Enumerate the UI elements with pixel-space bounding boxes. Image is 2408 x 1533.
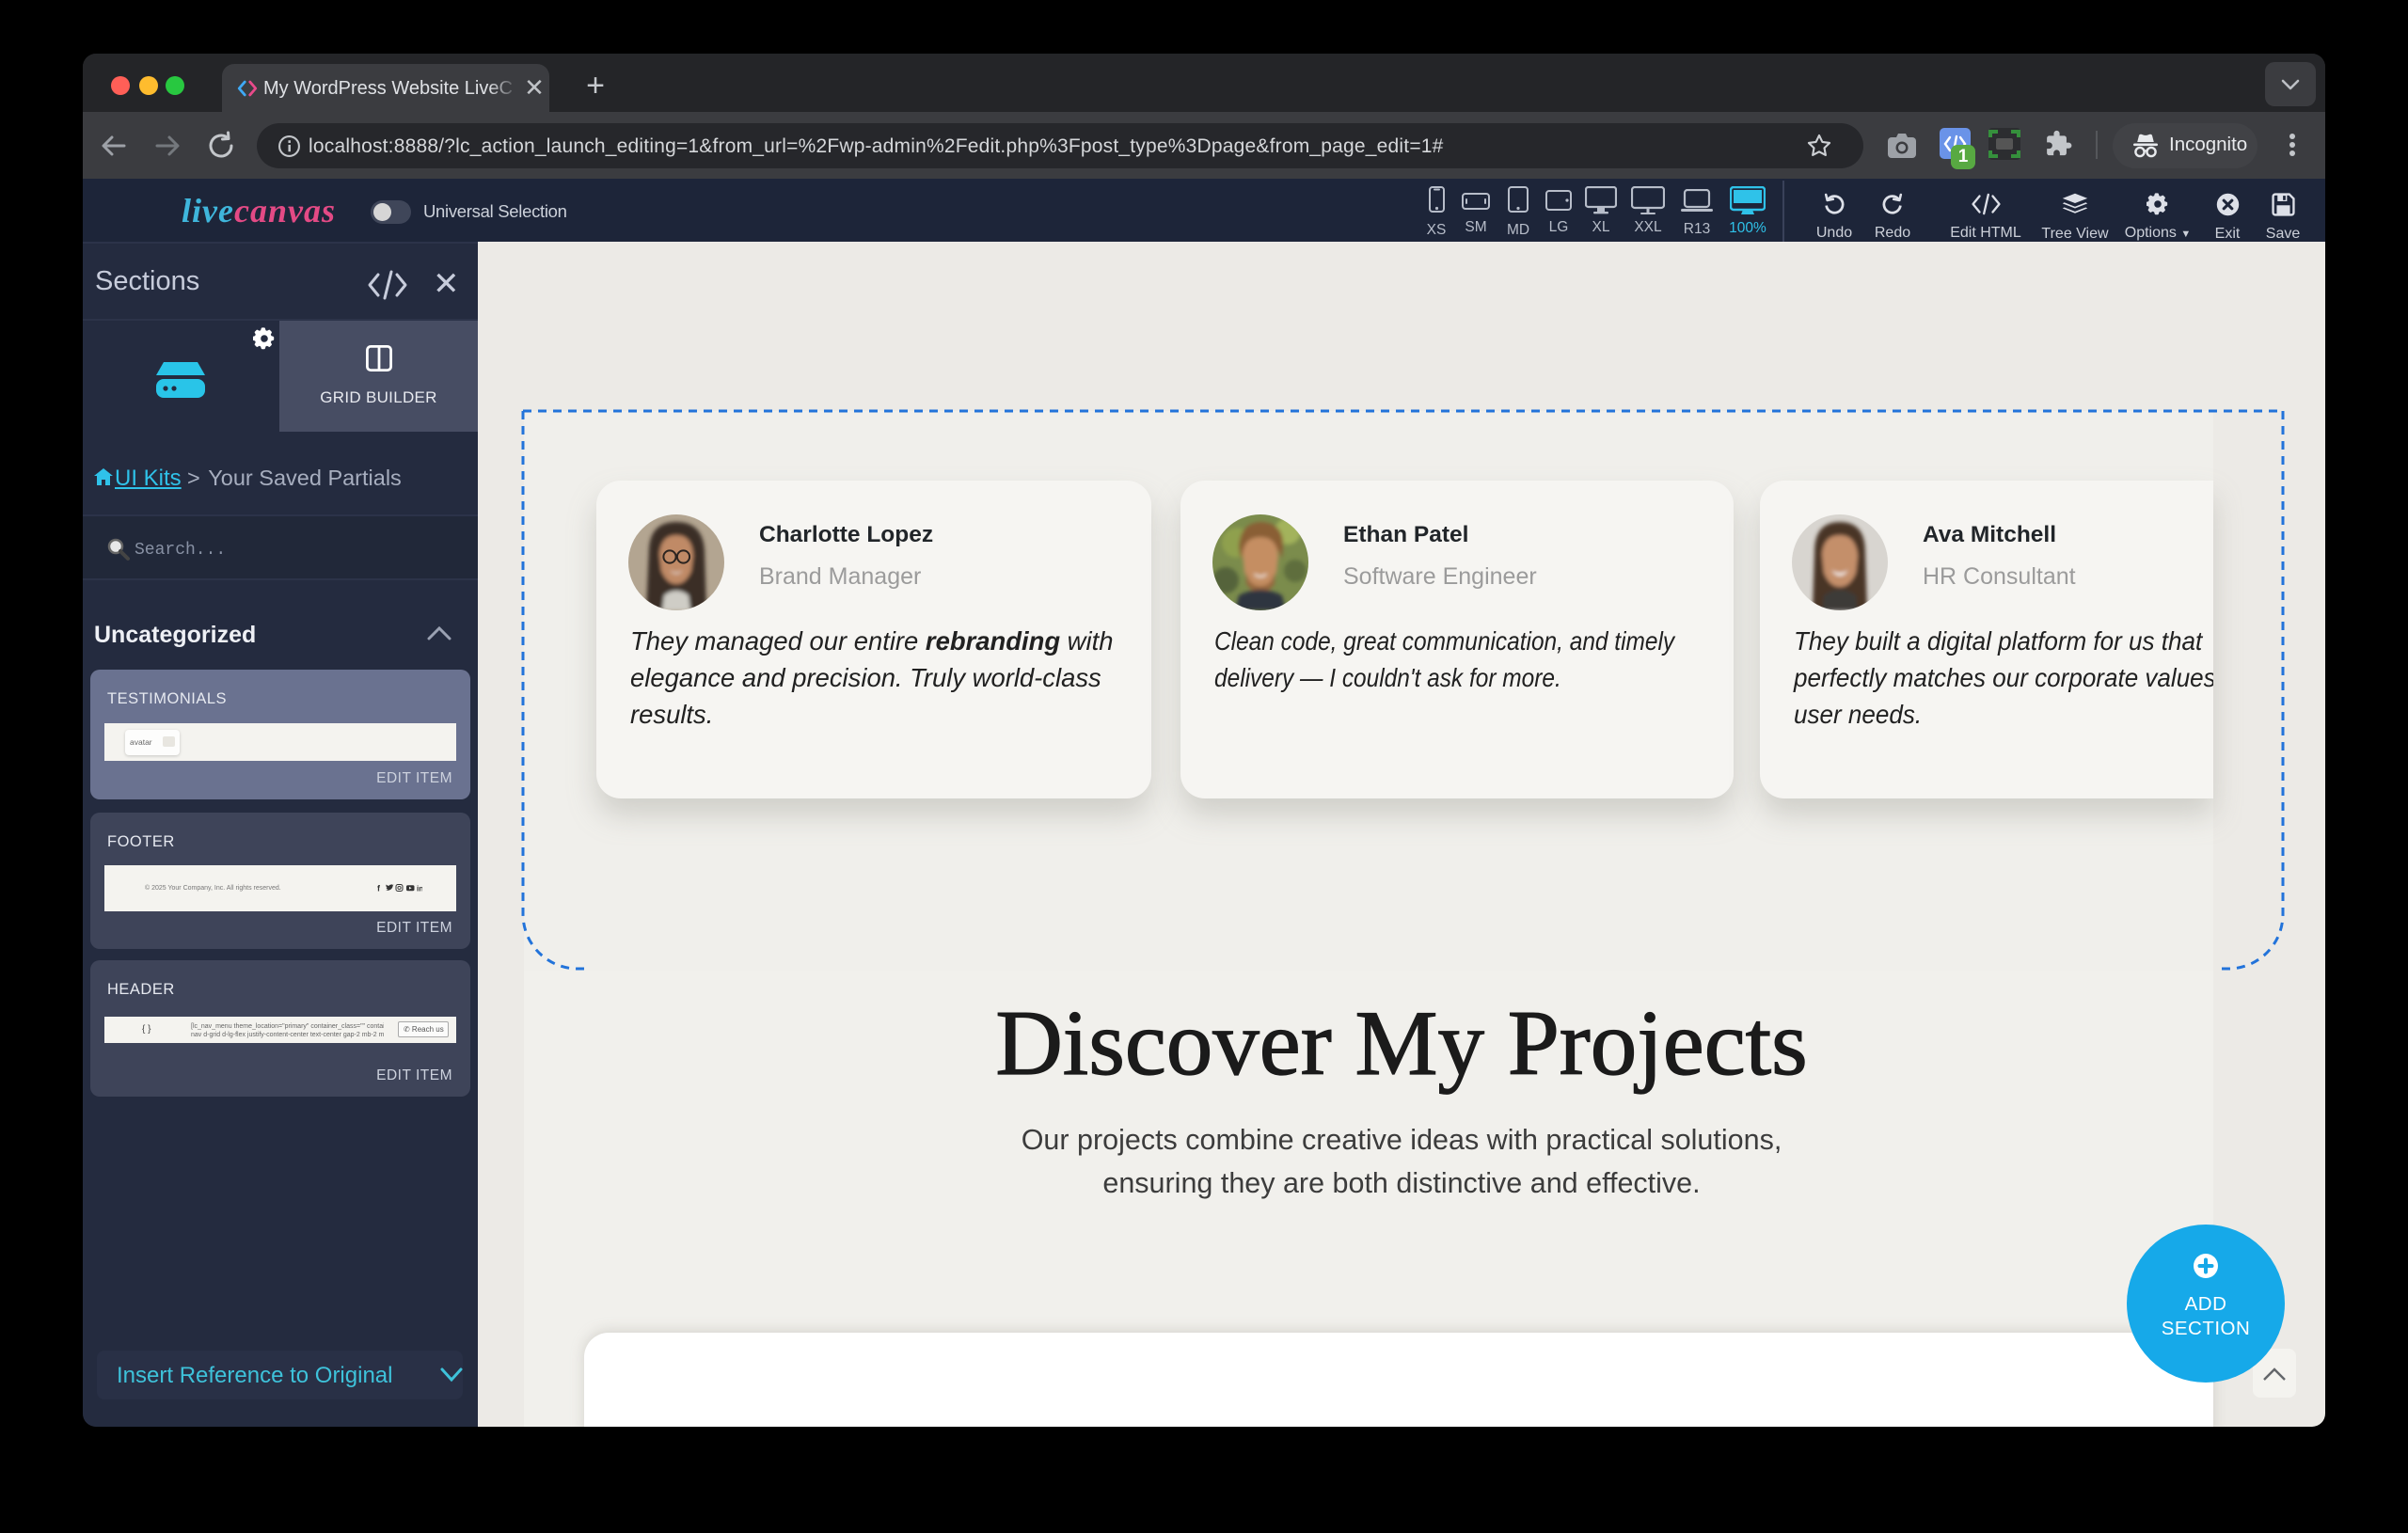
svg-text:in: in (417, 885, 422, 893)
svg-text:f: f (377, 884, 381, 893)
